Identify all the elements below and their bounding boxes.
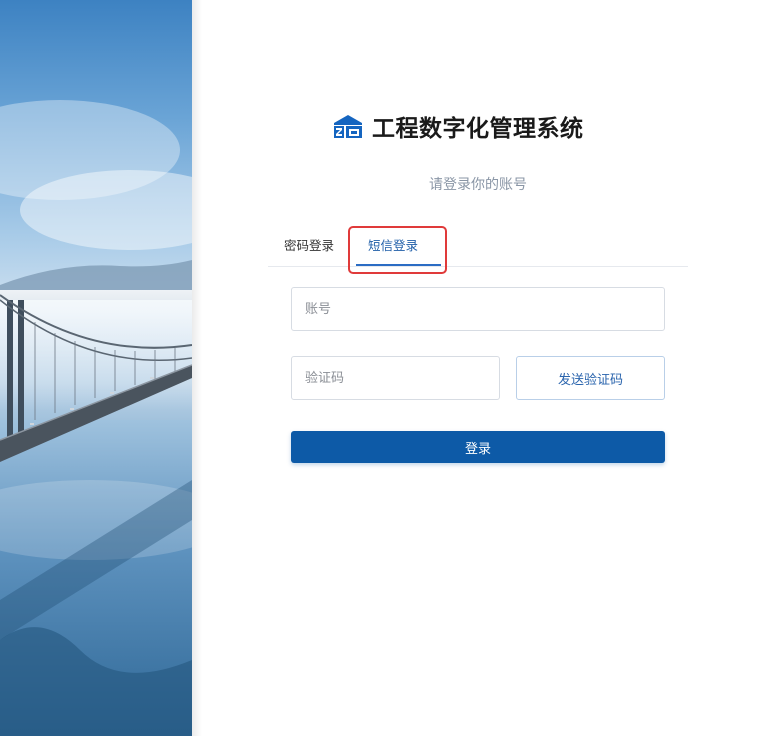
brand-header: 工程数字化管理系统 <box>332 110 584 142</box>
building-logo-icon <box>334 115 362 138</box>
sms-tab-highlight-box <box>348 226 447 274</box>
account-input[interactable] <box>291 287 665 331</box>
login-method-tabs: 密码登录 短信登录 <box>268 232 688 267</box>
send-code-button[interactable]: 发送验证码 <box>516 356 665 400</box>
login-button[interactable]: 登录 <box>291 431 665 463</box>
login-page: 工程数字化管理系统 请登录你的账号 密码登录 短信登录 发送验证码 登录 <box>0 0 765 736</box>
background-bridge-image <box>0 0 192 736</box>
verification-code-input[interactable] <box>291 356 500 400</box>
bridge-illustration <box>0 100 192 736</box>
tab-password-login[interactable]: 密码登录 <box>284 232 334 266</box>
login-subtitle: 请登录你的账号 <box>429 177 527 193</box>
app-title: 工程数字化管理系统 <box>372 116 584 142</box>
panel-edge-shadow <box>192 0 202 736</box>
